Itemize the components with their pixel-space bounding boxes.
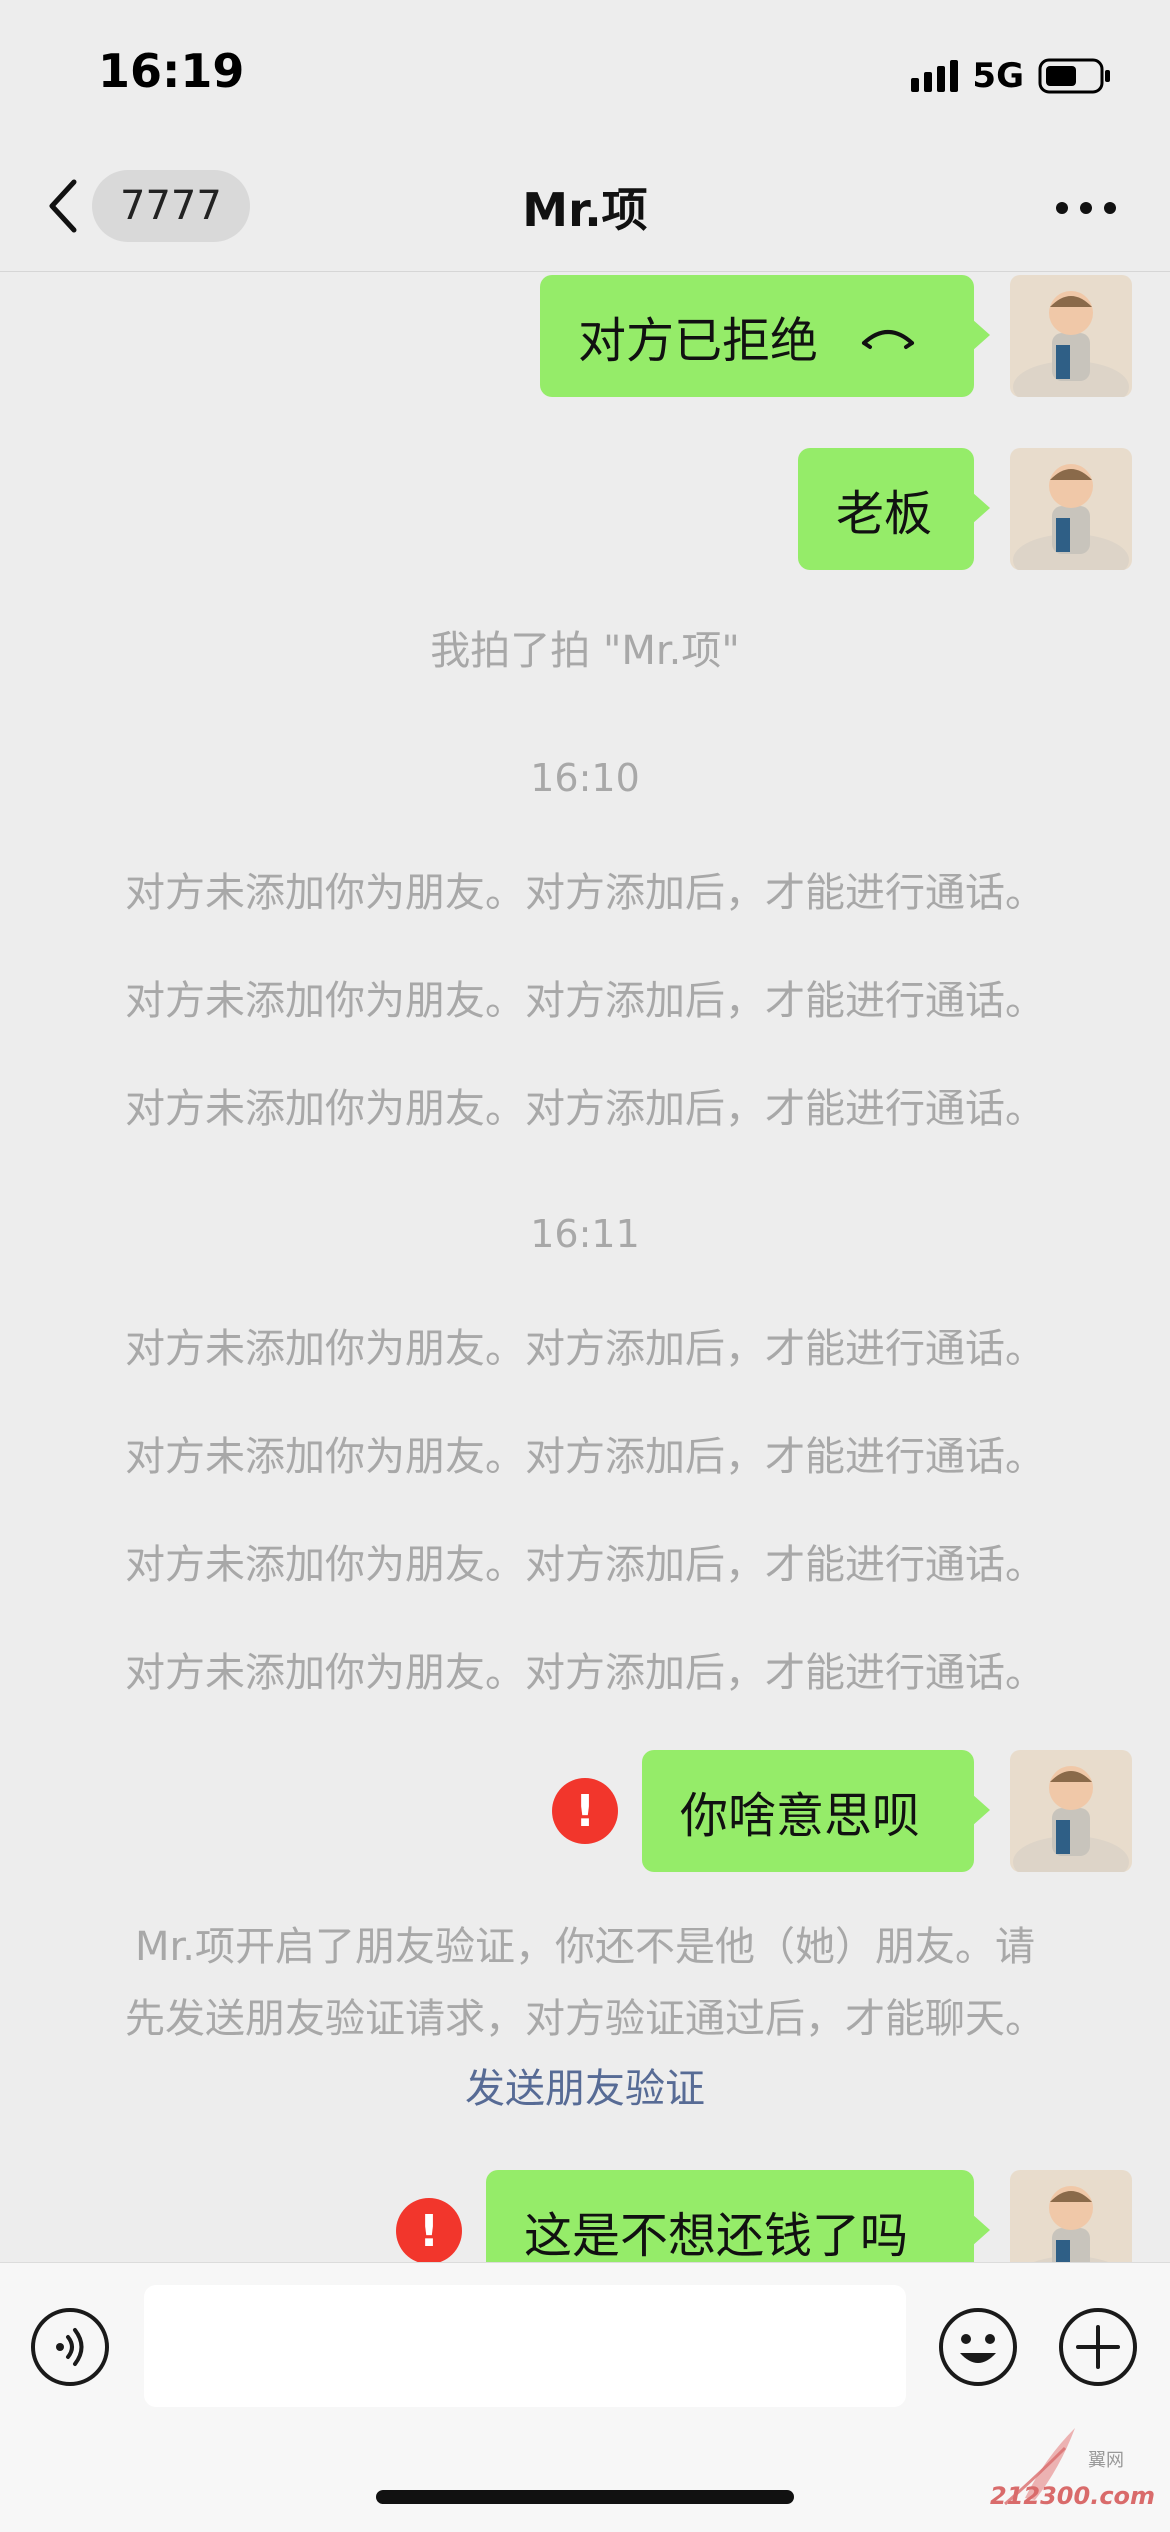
- system-notice: 对方未添加你为朋友。对方添加后，才能进行通话。: [125, 1650, 1045, 1696]
- message-bubble[interactable]: 这是不想还钱了吗: [486, 2170, 990, 2262]
- time-label: 16:10: [530, 756, 640, 800]
- system-notice: 对方未添加你为朋友。对方添加后，才能进行通话。: [125, 1086, 1045, 1132]
- status-bar: 16:19 5G: [0, 0, 1170, 140]
- message-bubble-call[interactable]: 对方已拒绝: [540, 275, 990, 397]
- avatar[interactable]: [1010, 1750, 1132, 1872]
- message-bubble[interactable]: 你啥意思呗: [642, 1750, 990, 1872]
- status-time: 16:19: [98, 44, 245, 98]
- send-failed-icon[interactable]: !: [396, 2198, 462, 2262]
- more-button[interactable]: [1056, 196, 1116, 220]
- system-notice: 对方未添加你为朋友。对方添加后，才能进行通话。: [125, 978, 1045, 1024]
- avatar[interactable]: [1010, 275, 1132, 397]
- system-notice: 对方未添加你为朋友。对方添加后，才能进行通话。: [125, 1542, 1045, 1588]
- system-notice: 对方未添加你为朋友。对方添加后，才能进行通话。: [125, 1326, 1045, 1372]
- emoji-button[interactable]: [938, 2307, 1018, 2387]
- home-indicator[interactable]: [376, 2490, 794, 2504]
- time-label: 16:11: [530, 1212, 640, 1256]
- hangup-icon: [862, 330, 915, 349]
- more-icon-dot: [1056, 202, 1068, 214]
- message-text: 老板: [836, 486, 933, 542]
- more-icon-dot: [1080, 202, 1092, 214]
- send-failed-icon[interactable]: !: [552, 1778, 618, 1844]
- verify-notice-line: 先发送朋友验证请求，对方验证通过后，才能聊天。: [125, 1996, 1045, 2042]
- plus-button[interactable]: [1058, 2307, 1138, 2387]
- message-bubble[interactable]: 老板: [798, 448, 990, 570]
- pat-notice: 我拍了拍 "Mr.项": [430, 628, 740, 674]
- signal-icon: [911, 60, 959, 92]
- status-indicators: 5G: [911, 54, 1112, 98]
- avatar[interactable]: [1010, 448, 1132, 570]
- message-text: 这是不想还钱了吗: [524, 2208, 909, 2262]
- verify-notice-line: Mr.项开启了朋友验证，你还不是他（她）朋友。请: [135, 1924, 1035, 1970]
- message-input[interactable]: [144, 2285, 906, 2407]
- message-text: 对方已拒绝: [578, 313, 819, 369]
- more-icon-dot: [1104, 202, 1116, 214]
- watermark-text-cn: 翼网: [1088, 2450, 1124, 2471]
- battery-icon: [1038, 58, 1110, 94]
- chat-title: Mr.项: [522, 183, 648, 237]
- chat-area[interactable]: 对方已拒绝 老板 我拍了拍 "Mr.项" 16:10 对方未添加你为朋友。对方添…: [0, 272, 1170, 2262]
- watermark-site: 212300.com: [990, 2482, 1156, 2510]
- nav-bar: 7777 Mr.项: [0, 140, 1170, 272]
- avatar[interactable]: [1010, 2170, 1132, 2262]
- voice-button[interactable]: [30, 2307, 110, 2387]
- network-label: 5G: [972, 56, 1024, 96]
- message-text: 你啥意思呗: [680, 1788, 921, 1844]
- system-notice: 对方未添加你为朋友。对方添加后，才能进行通话。: [125, 870, 1045, 916]
- send-verify-link[interactable]: 发送朋友验证: [0, 2056, 1170, 2114]
- system-notice: 对方未添加你为朋友。对方添加后，才能进行通话。: [125, 1434, 1045, 1480]
